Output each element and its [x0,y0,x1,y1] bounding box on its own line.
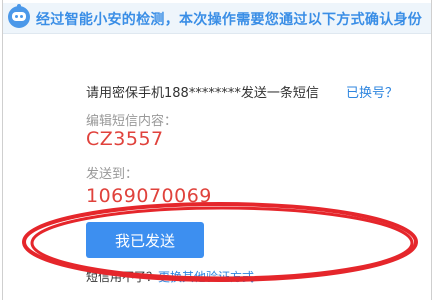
verification-dialog: 经过智能小安的检测，本次操作需要您通过以下方式确认身份 请用密保手机188***… [0,0,434,300]
changed-number-link[interactable]: 已换号？ [346,82,398,101]
dialog-frame [2,0,432,300]
send-to-label: 发送到： [86,167,139,182]
footer: 短信用不了？更换其他验证方式 [86,268,254,285]
header-bar: 经过智能小安的检测，本次操作需要您通过以下方式确认身份 [3,3,431,34]
sent-confirm-button[interactable]: 我已发送 [86,222,204,258]
footer-question: 短信用不了？ [86,270,159,284]
sms-content-value: CZ3557 [86,128,164,150]
header-text: 经过智能小安的检测，本次操作需要您通过以下方式确认身份 [36,12,423,28]
other-methods-link[interactable]: 更换其他验证方式 [158,270,254,284]
sms-content-label: 编辑短信内容： [86,114,178,129]
send-to-number: 1069070069 [86,185,212,207]
robot-icon [8,4,30,28]
sms-prompt: 请用密保手机188********发送一条短信 [86,86,319,101]
